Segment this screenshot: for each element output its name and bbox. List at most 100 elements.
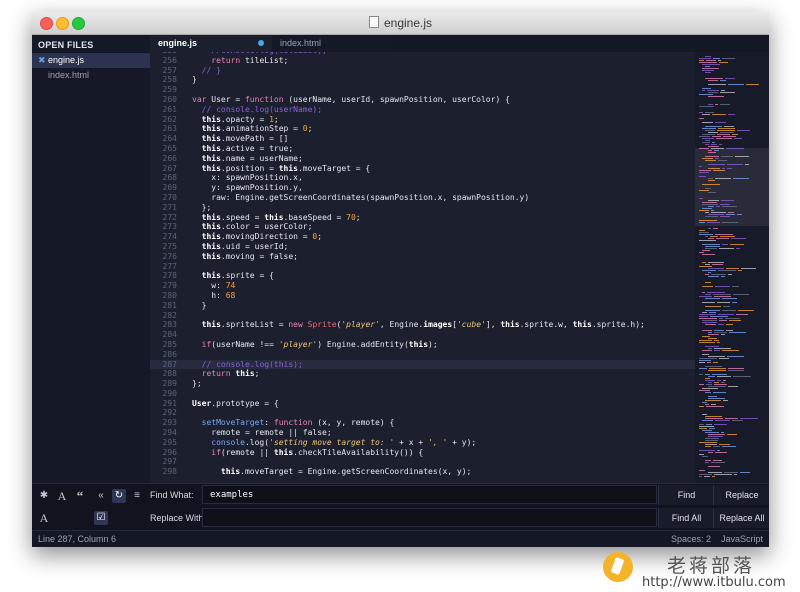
code-line[interactable]: 274 this.movingDirection = 0; <box>150 232 695 242</box>
code-text: this.moving = false; <box>192 252 298 262</box>
code-text: return this; <box>192 369 260 379</box>
code-line[interactable]: 275 this.uid = userId; <box>150 242 695 252</box>
minimap-stroke <box>724 126 734 127</box>
minimap-stroke <box>705 212 709 213</box>
code-line[interactable]: 280 h: 68 <box>150 291 695 301</box>
code-token: ; <box>317 232 323 242</box>
code-line[interactable]: 258} <box>150 75 695 85</box>
code-line[interactable]: 267 this.position = this.moveTarget = { <box>150 164 695 174</box>
indentation-setting[interactable]: Spaces: 2 <box>671 534 711 544</box>
minimap-stroke <box>728 274 732 275</box>
minimap-stroke <box>702 204 718 205</box>
code-line[interactable]: 272 this.speed = this.baseSpeed = 70; <box>150 213 695 223</box>
code-line[interactable]: 256 return tileList; <box>150 56 695 66</box>
tab-engine-js[interactable]: engine.js <box>150 35 272 52</box>
find-input[interactable]: examples <box>202 485 657 504</box>
code-text: if(remote || this.checkTileAvailability(… <box>192 448 423 458</box>
code-line[interactable]: 281 } <box>150 301 695 311</box>
code-line[interactable]: 293 setMoveTarget: function (x, y, remot… <box>150 418 695 428</box>
unsaved-dot-icon[interactable] <box>258 40 264 46</box>
code-line[interactable]: 289}; <box>150 379 695 389</box>
close-file-icon[interactable]: ✖ <box>38 53 46 68</box>
code-text: y: spawnPosition.y, <box>192 183 303 193</box>
code-line[interactable]: 259 <box>150 85 695 95</box>
minimap-stroke <box>717 380 721 381</box>
minimap-stroke <box>699 318 717 319</box>
highlight-matches-icon[interactable]: ☑ <box>94 511 108 525</box>
minimap-stroke <box>718 314 734 315</box>
code-line[interactable]: 291 User.prototype = { <box>150 399 695 409</box>
code-line[interactable]: 296 if(remote || this.checkTileAvailabil… <box>150 448 695 458</box>
replace-all-button[interactable]: Replace All <box>713 508 769 528</box>
find-all-button[interactable]: Find All <box>658 508 714 528</box>
title-bar[interactable]: engine.js <box>32 12 769 35</box>
code-token: .movePath = [] <box>220 134 289 144</box>
code-line[interactable]: 283 this.spriteList = new Sprite('player… <box>150 320 695 330</box>
case-sensitive-icon[interactable]: A <box>55 489 69 503</box>
regex-icon[interactable]: ✱ <box>37 489 51 503</box>
code-line[interactable]: 294 remote = remote || false; <box>150 428 695 438</box>
sidebar-item-index-html[interactable]: index.html <box>32 68 150 83</box>
tab-label: index.html <box>280 38 322 48</box>
code-editor[interactable]: 255 //console.log(tileList);256 return t… <box>150 52 695 483</box>
code-line[interactable]: 286 <box>150 350 695 360</box>
whole-word-icon[interactable]: “ <box>73 489 87 503</box>
replace-input[interactable] <box>202 508 657 527</box>
code-line[interactable]: 288 return this; <box>150 369 695 379</box>
code-text: h: 68 <box>192 291 235 301</box>
code-line[interactable]: 264 this.movePath = [] <box>150 134 695 144</box>
minimap-stroke <box>705 404 709 405</box>
syntax-mode[interactable]: JavaScript <box>721 534 763 544</box>
code-line[interactable]: 261 // console.log(userName); <box>150 105 695 115</box>
code-line[interactable]: 276 this.moving = false; <box>150 252 695 262</box>
sidebar-item-engine-js[interactable]: ✖ engine.js <box>32 53 150 68</box>
code-line[interactable]: 290 <box>150 389 695 399</box>
code-line[interactable]: 279 w: 74 <box>150 281 695 291</box>
code-line[interactable]: 284 <box>150 330 695 340</box>
code-line[interactable]: 271 }; <box>150 203 695 213</box>
code-line[interactable]: 270 raw: Engine.getScreenCoordinates(spa… <box>150 193 695 203</box>
reverse-icon[interactable]: « <box>94 489 108 503</box>
code-line[interactable]: 285 if(userName !== 'player') Engine.add… <box>150 340 695 350</box>
minimap-stroke <box>707 292 725 293</box>
line-number: 290 <box>162 388 177 398</box>
code-line[interactable]: 263 this.animationStep = 0; <box>150 124 695 134</box>
code-line[interactable]: 297 <box>150 457 695 467</box>
code-line[interactable]: 269 y: spawnPosition.y, <box>150 183 695 193</box>
line-number: 294 <box>162 428 177 438</box>
code-line[interactable]: 287 // console.log(this); <box>150 359 695 370</box>
replace-button[interactable]: Replace <box>713 485 769 505</box>
code-line[interactable]: 262 this.opacty = 1; <box>150 115 695 125</box>
code-line[interactable]: 292 <box>150 408 695 418</box>
code-line[interactable]: 266 this.name = userName; <box>150 154 695 164</box>
minimap-stroke <box>702 414 707 415</box>
code-line[interactable]: 265 this.active = true; <box>150 144 695 154</box>
minimap-stroke <box>705 294 711 295</box>
code-line[interactable]: 295 console.log('setting move target to:… <box>150 438 695 448</box>
in-selection-icon[interactable]: ≡ <box>130 489 144 503</box>
code-line[interactable]: 277 <box>150 262 695 272</box>
minimap-stroke <box>725 318 740 319</box>
code-line[interactable]: 278 this.sprite = { <box>150 271 695 281</box>
preserve-case-icon[interactable]: A <box>37 511 51 525</box>
code-line[interactable]: 282 <box>150 311 695 321</box>
line-number: 285 <box>162 339 177 349</box>
code-line[interactable]: 268 x: spawnPosition.x, <box>150 173 695 183</box>
find-button[interactable]: Find <box>658 485 714 505</box>
minimap[interactable] <box>695 52 769 483</box>
minimap-stroke <box>737 214 742 215</box>
code-token: .movingDirection = <box>220 232 313 242</box>
minimap-stroke <box>708 276 719 277</box>
code-text: this.active = true; <box>192 144 294 154</box>
code-line[interactable]: 273 this.color = userColor; <box>150 222 695 232</box>
code-line[interactable]: 298 this.moveTarget = Engine.getScreenCo… <box>150 467 695 477</box>
minimap-stroke <box>702 402 707 403</box>
code-line[interactable]: 257 // } <box>150 66 695 76</box>
code-line[interactable]: 260 var User = function (userName, userId… <box>150 95 695 105</box>
code-token: setMoveTarget <box>201 418 265 428</box>
minimap-stroke <box>722 222 738 223</box>
sidebar-item-label: index.html <box>48 70 90 80</box>
tab-index-html[interactable]: index.html <box>272 35 392 52</box>
wrap-icon[interactable]: ↻ <box>112 489 126 503</box>
